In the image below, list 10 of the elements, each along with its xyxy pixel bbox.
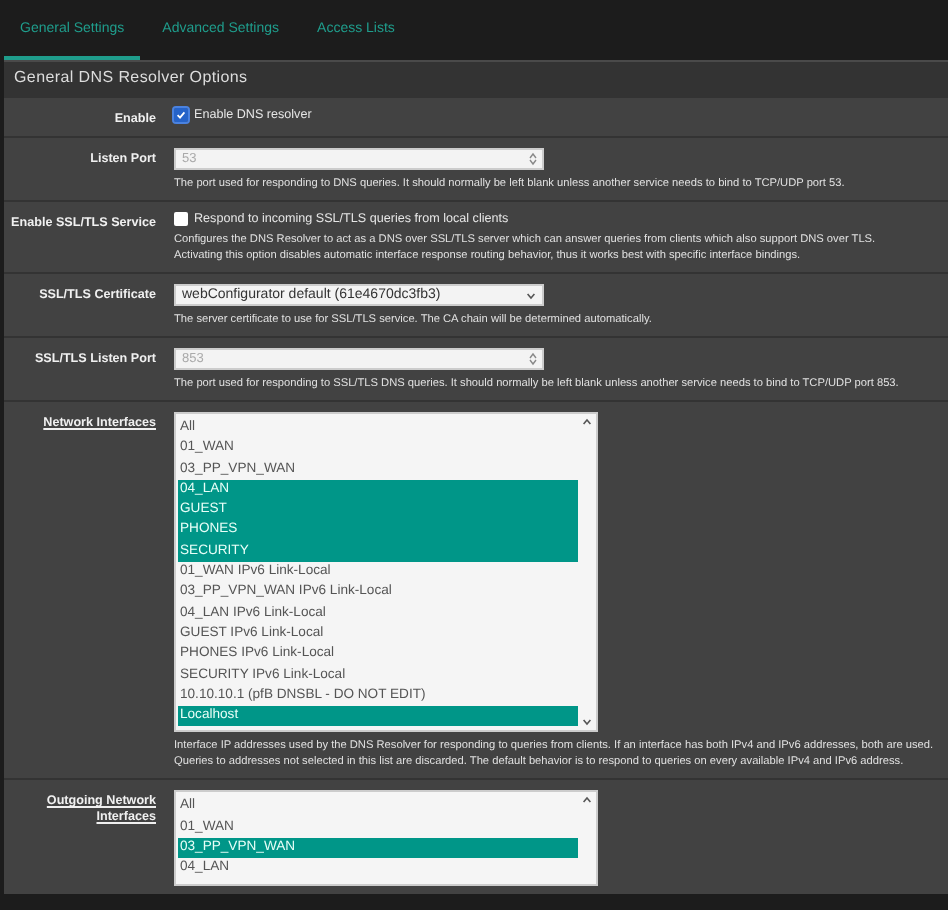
spinner-icon[interactable] [528,352,538,366]
scroll-up-icon[interactable] [581,418,591,426]
caret-icon [526,291,536,299]
checkbox[interactable] [174,212,188,226]
scroll-up-icon[interactable] [581,796,591,805]
checkbox[interactable] [174,108,188,122]
scroll-down-icon[interactable] [581,718,591,727]
interface-listbox[interactable] [174,412,598,733]
spinner-icon[interactable] [528,152,538,166]
panel-title: General DNS Resolver Options [4,60,948,96]
